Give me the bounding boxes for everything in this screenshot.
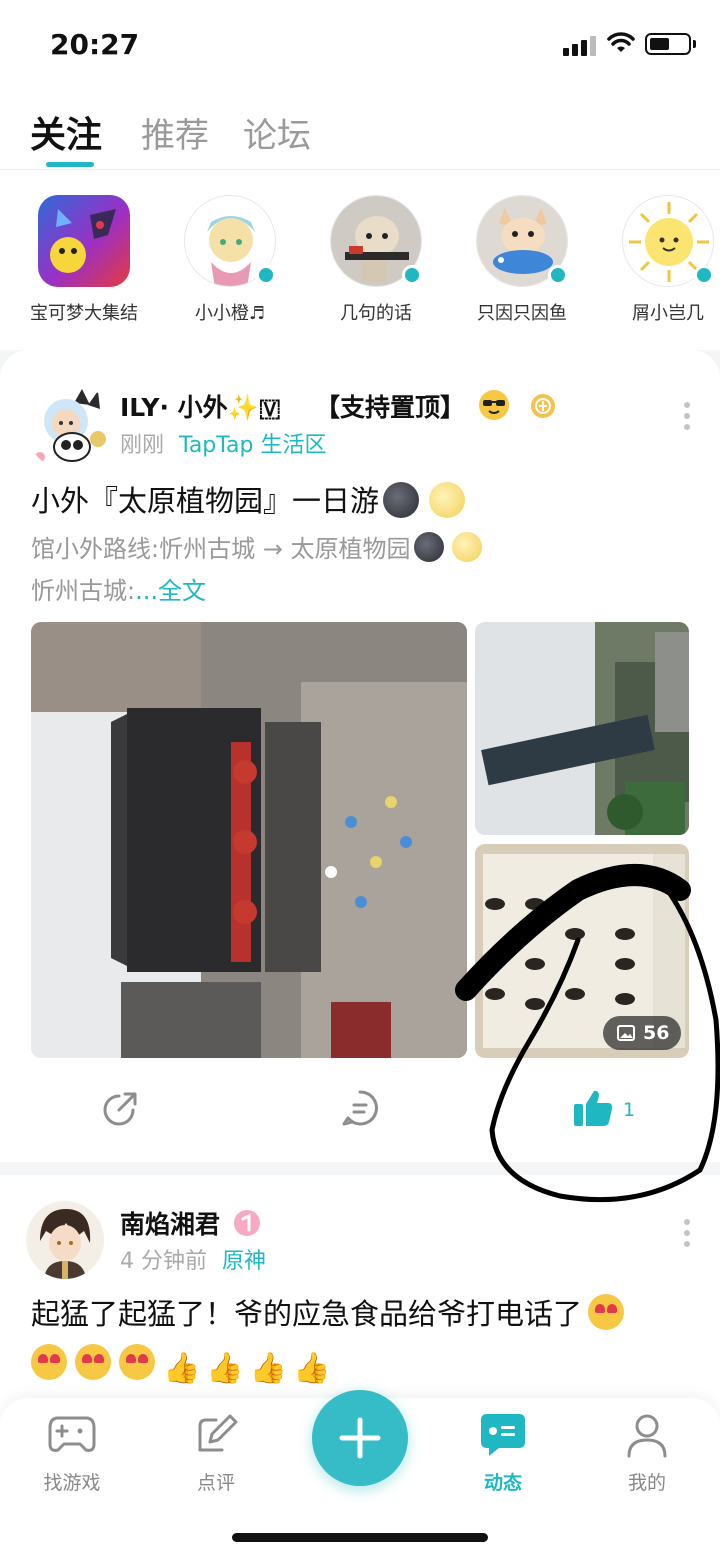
nav-label: 动态 — [483, 1472, 522, 1494]
like-thumb-icon[interactable] — [572, 1088, 614, 1128]
post-excerpt[interactable]: 馆小外路线:忻州古城 → 太原植物园 忻州古城:...全文 — [31, 528, 691, 612]
post-time: 4 分钟前 — [120, 1249, 207, 1274]
home-indicator[interactable] — [232, 1533, 488, 1542]
excerpt-line: 忻州古城: — [31, 577, 136, 605]
new-moon-emoji-icon — [414, 532, 445, 562]
post-meta: 刚刚 TapTap 生活区 — [120, 427, 327, 459]
heart-eyes-emoji-icon — [588, 1294, 625, 1330]
profile-icon — [627, 1414, 667, 1458]
following-name: 屑小岂几 — [632, 303, 704, 324]
more-options-icon[interactable] — [680, 402, 694, 435]
post-body-text: 起猛了起猛了！爷的应急食品给爷打电话了 — [31, 1297, 583, 1331]
post-title[interactable]: 小外『太原植物园』一日游 — [31, 478, 466, 520]
wifi-icon — [607, 32, 635, 52]
like-count: 1 — [623, 1099, 636, 1121]
heart-eyes-emoji-icon — [31, 1344, 67, 1380]
author-avatar[interactable] — [26, 383, 114, 471]
following-name: 小小橙♬ — [194, 303, 266, 324]
nav-label: 点评 — [196, 1472, 235, 1494]
full-moon-face-emoji-icon — [429, 482, 466, 518]
comment-icon[interactable] — [340, 1088, 380, 1128]
post-source-link[interactable]: TapTap 生活区 — [179, 433, 326, 458]
following-name: 只因只因鱼 — [477, 303, 567, 324]
review-pen-icon — [198, 1414, 238, 1452]
status-bar: 20:27 — [0, 0, 720, 88]
nav-label: 我的 — [627, 1472, 666, 1494]
new-moon-emoji-icon — [383, 482, 420, 518]
following-name: 几句的话 — [340, 303, 412, 324]
tab-following[interactable]: 关注 — [30, 106, 102, 158]
game-icon-pokemon-unite — [38, 195, 130, 287]
photo-count: 56 — [643, 1022, 670, 1044]
post-photo[interactable] — [475, 622, 689, 835]
battery-icon — [645, 33, 691, 55]
post-source-link[interactable]: 原神 — [222, 1249, 266, 1274]
pin-tag-text: 【支持置顶】 — [315, 393, 466, 422]
plus-icon — [339, 1417, 381, 1459]
thumbs-up-emoji-icon: 👍 — [163, 1351, 201, 1386]
status-time: 20:27 — [50, 28, 140, 61]
active-tab-indicator — [46, 162, 94, 167]
post-body[interactable]: 起猛了起猛了！爷的应急食品给爷打电话了 👍 👍 👍 👍 — [31, 1289, 711, 1394]
nav-label: 找游戏 — [43, 1472, 101, 1494]
author-name-text: 南焰湘君 — [120, 1210, 221, 1239]
tab-forum[interactable]: 论坛 — [243, 108, 311, 157]
thumbs-up-emoji-icon: 👍 — [249, 1351, 288, 1386]
feed-post[interactable]: ILY· 小外✨🇻 【支持置顶】 刚刚 TapTap 生活区 小外『太原植物园』… — [0, 350, 720, 1162]
top-tab-bar: 关注 推荐 论坛 — [0, 88, 720, 170]
share-icon[interactable] — [101, 1088, 141, 1128]
image-icon — [617, 1025, 635, 1041]
following-name: 宝可梦大集结 — [30, 303, 138, 324]
tab-recommended[interactable]: 推荐 — [141, 108, 209, 157]
read-more-link[interactable]: ...全文 — [135, 577, 206, 605]
create-post-button[interactable] — [312, 1390, 408, 1486]
photo-count-badge[interactable]: 56 — [603, 1016, 681, 1050]
online-status-dot — [402, 265, 422, 285]
post-time: 刚刚 — [120, 433, 165, 458]
full-moon-face-emoji-icon — [452, 532, 483, 562]
user-badge-icon — [233, 1210, 260, 1236]
cellular-signal-icon — [563, 34, 599, 56]
more-options-icon[interactable] — [680, 1219, 694, 1252]
author-avatar[interactable] — [26, 1201, 104, 1279]
post-title-text: 小外『太原植物园』一日游 — [31, 484, 380, 518]
online-status-dot — [256, 265, 276, 285]
pin-request-tag: 【支持置顶】 — [315, 388, 556, 424]
heart-eyes-emoji-icon — [119, 1344, 155, 1380]
post-meta: 4 分钟前 原神 — [120, 1243, 266, 1275]
heart-eyes-emoji-icon — [75, 1344, 111, 1380]
online-status-dot — [548, 265, 568, 285]
post-action-bar: 1 — [0, 1080, 720, 1140]
thumbs-up-emoji-icon: 👍 — [293, 1351, 331, 1386]
feed-chat-icon — [481, 1414, 525, 1456]
post-photo-main[interactable] — [31, 622, 467, 1058]
author-name[interactable]: ILY· 小外✨🇻 — [120, 388, 281, 424]
sunglasses-emoji-icon — [478, 390, 509, 420]
thumbs-up-emoji-icon: 👍 — [206, 1351, 244, 1386]
online-status-dot — [694, 265, 714, 285]
following-avatar-row[interactable]: 宝可梦大集结 小小橙♬ 几句的话 只因只因鱼 屑小岂几 — [0, 170, 720, 350]
gamepad-icon — [48, 1416, 96, 1452]
author-name[interactable]: 南焰湘君 — [120, 1205, 261, 1241]
excerpt-line: 馆小外路线:忻州古城 → 太原植物园 — [31, 535, 411, 563]
level-badge-icon — [531, 394, 556, 418]
